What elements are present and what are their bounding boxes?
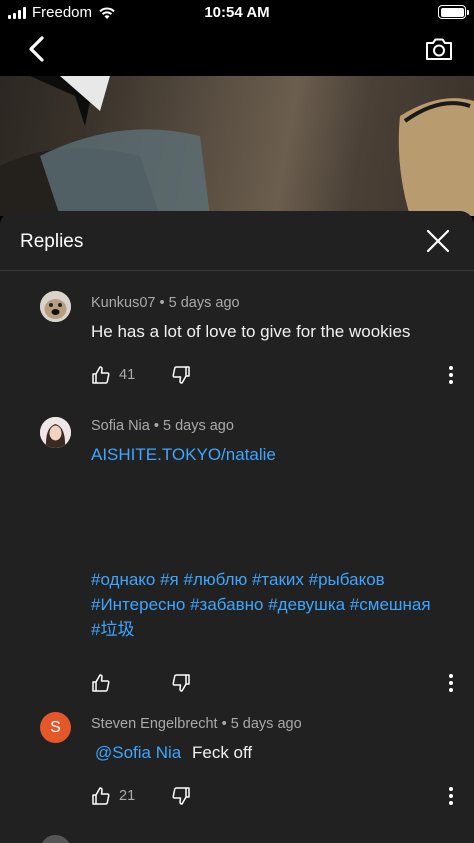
hashtag-line[interactable]: #垃圾 xyxy=(91,617,431,642)
more-vert-icon xyxy=(449,787,453,805)
comment-actions xyxy=(91,671,191,695)
avatar[interactable] xyxy=(40,417,71,448)
comment-age: 5 days ago xyxy=(230,716,302,732)
comment-actions: 21 xyxy=(91,784,191,808)
thumbs-down-icon[interactable] xyxy=(171,673,191,693)
hashtag-line[interactable]: #однако #я #люблю #таких #рыбаков xyxy=(91,567,431,592)
video-player[interactable] xyxy=(0,76,474,216)
avatar-letter: S xyxy=(50,719,61,736)
avatar[interactable] xyxy=(40,291,71,322)
comment-link[interactable]: AISHITE.TOKYO/natalie xyxy=(91,445,276,465)
comment-text-row: @Sofia Nia Feck off xyxy=(95,743,252,763)
like-count: 41 xyxy=(119,367,136,383)
meta-separator: • xyxy=(159,295,169,311)
meta-separator: • xyxy=(153,418,163,434)
avatar-woman-image xyxy=(40,417,71,448)
avatar[interactable] xyxy=(40,835,71,843)
close-button[interactable] xyxy=(424,227,452,255)
comment-meta: Sofia Nia • 5 days ago xyxy=(91,418,234,434)
more-vert-icon xyxy=(449,674,453,692)
thumbs-up-icon[interactable] xyxy=(91,673,111,693)
like-count: 21 xyxy=(119,788,136,804)
thumbs-down-icon[interactable] xyxy=(171,365,191,385)
status-bar: Freedom 10:54 AM xyxy=(0,0,474,26)
comment-actions: 41 xyxy=(91,363,191,387)
video-frame xyxy=(0,76,474,216)
more-options-button[interactable] xyxy=(446,671,456,695)
more-options-button[interactable] xyxy=(446,363,456,387)
meta-separator: • xyxy=(221,716,231,732)
comment-text: He has a lot of love to give for the woo… xyxy=(91,322,411,341)
sheet-header: Replies xyxy=(0,211,474,271)
comment-author[interactable]: Sofia Nia xyxy=(91,418,150,434)
camera-button[interactable] xyxy=(424,34,454,64)
comment-age: 5 days ago xyxy=(162,418,234,434)
comment-age: 5 days ago xyxy=(168,295,240,311)
status-time: 10:54 AM xyxy=(204,4,270,21)
comment-meta: Kunkus07 • 5 days ago xyxy=(91,295,240,311)
hashtag-block: #однако #я #люблю #таких #рыбаков #Интер… xyxy=(91,567,431,642)
thumbs-up-icon[interactable] xyxy=(91,365,111,385)
thumbs-down-icon[interactable] xyxy=(171,786,191,806)
replies-sheet: Replies Kunkus07 • 5 days ago He has a l… xyxy=(0,211,474,843)
sheet-title: Replies xyxy=(20,231,84,252)
hashtag-line[interactable]: #Интересно #забавно #девушка #смешная xyxy=(91,592,431,617)
battery-icon xyxy=(438,5,469,19)
comment-meta: Steven Engelbrecht • 5 days ago xyxy=(91,716,302,732)
back-button[interactable] xyxy=(22,32,52,66)
comment-mention[interactable]: @Sofia Nia xyxy=(95,743,181,762)
app-bar xyxy=(0,26,474,76)
close-icon xyxy=(426,229,450,253)
comment-text: Feck off xyxy=(191,743,253,762)
thumbs-up-icon[interactable] xyxy=(91,786,111,806)
avatar[interactable]: S xyxy=(40,712,71,743)
chevron-left-icon xyxy=(29,36,44,62)
comment-author[interactable]: Kunkus07 xyxy=(91,295,156,311)
camera-icon xyxy=(426,38,452,60)
more-vert-icon xyxy=(449,366,453,384)
comment-author[interactable]: Steven Engelbrecht xyxy=(91,716,218,732)
avatar-dog-image xyxy=(40,291,71,322)
more-options-button[interactable] xyxy=(446,784,456,808)
